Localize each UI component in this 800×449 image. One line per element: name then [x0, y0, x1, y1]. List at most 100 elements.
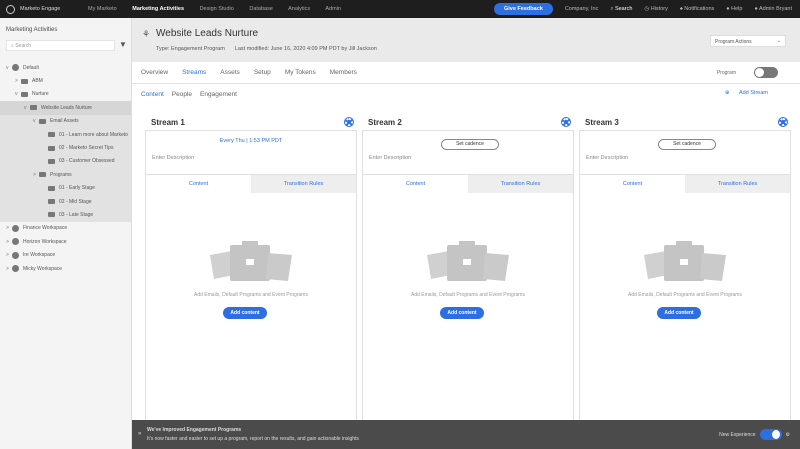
tree-search-input[interactable]: ⌕ Search [6, 40, 115, 51]
add-content-button[interactable]: Add content [657, 307, 701, 319]
nav-my-marketo[interactable]: My Marketo [88, 6, 117, 12]
add-content-button[interactable]: Add content [223, 307, 267, 319]
help-button[interactable]: ● Help [726, 6, 742, 12]
tree-item[interactable]: v Nurture [0, 88, 131, 101]
subtab-engagement[interactable]: Engagement [200, 91, 237, 98]
tab-content[interactable]: Content [363, 175, 468, 193]
settings-gear-icon[interactable]: ⚙ [786, 432, 790, 438]
gear-icon[interactable] [561, 117, 571, 127]
subtab-content[interactable]: Content [141, 91, 164, 98]
tree-item-label: Nurture [32, 91, 49, 98]
gear-icon[interactable] [778, 117, 788, 127]
workspace-icon [12, 224, 19, 232]
new-experience-toggle[interactable] [759, 429, 782, 440]
stream-subtabs: Content People Engagement ⊕ Add Stream [132, 84, 800, 104]
give-feedback-button[interactable]: Give Feedback [493, 3, 553, 15]
description-input[interactable]: Enter Description [369, 155, 411, 161]
program-tabs: Overview Streams Assets Setup My Tokens … [132, 62, 800, 84]
filter-icon[interactable]: ▼ [119, 40, 127, 49]
tree-item[interactable]: > Ire Workspace [0, 248, 131, 261]
tab-transition-rules[interactable]: Transition Rules [251, 175, 356, 193]
user-menu[interactable]: ● Admin Bryant [754, 6, 792, 12]
workspace-icon [12, 64, 19, 72]
notifications-button[interactable]: ♠ Notifications [680, 6, 714, 12]
set-cadence-button[interactable]: Set cadence [658, 139, 716, 150]
stream-title[interactable]: Stream 1 [151, 118, 185, 127]
tree-item[interactable]: 02 - Marketo Secret Tips [0, 141, 131, 155]
tree-item[interactable]: 02 - Mid Stage [0, 194, 131, 209]
subtab-people[interactable]: People [172, 91, 192, 98]
email-icon [48, 145, 55, 151]
company-name[interactable]: Company, Inc [565, 6, 599, 12]
nav-admin[interactable]: Admin [325, 6, 341, 12]
banner-title: We've Improved Engagement Programs [147, 427, 242, 433]
stream-body: Set cadence Enter Description Content Tra… [579, 130, 791, 425]
tree-item[interactable]: v Default [0, 61, 131, 74]
add-stream-label: Add Stream [738, 90, 768, 96]
add-stream-button[interactable]: ⊕ Add Stream [725, 90, 776, 96]
stream-title[interactable]: Stream 3 [585, 118, 619, 127]
history-button[interactable]: ◷ History [644, 6, 667, 12]
cadence-link[interactable]: Every Thu | 1:53 PM PDT [146, 138, 356, 144]
tab-transition-rules[interactable]: Transition Rules [685, 175, 790, 193]
tree-item[interactable]: 01 - Learn more about Marketo [0, 127, 131, 142]
tree-item[interactable]: v Email Assets [0, 114, 131, 128]
folder-icon [39, 172, 46, 178]
user-name: Admin Bryant [758, 6, 792, 12]
tree-item[interactable]: > Programs [0, 168, 131, 182]
tree-item[interactable]: > Finance Workspace [0, 222, 131, 235]
nav-design-studio[interactable]: Design Studio [200, 6, 234, 12]
engagement-program-icon: ⚘ [142, 29, 151, 39]
tree-item[interactable]: > ABM [0, 74, 131, 87]
tab-transition-rules[interactable]: Transition Rules [468, 175, 573, 193]
folder-icon [39, 118, 46, 124]
tab-content[interactable]: Content [580, 175, 685, 193]
tab-my-tokens[interactable]: My Tokens [285, 69, 316, 76]
tab-assets[interactable]: Assets [220, 69, 240, 76]
tree-item[interactable]: > Horizon Workspace [0, 235, 131, 248]
nav-database[interactable]: Database [249, 6, 273, 12]
tree-item-label: Email Assets [50, 118, 79, 125]
notifications-label: Notifications [684, 6, 715, 12]
program-actions-dropdown[interactable]: Program Actions ⌄ [710, 35, 786, 47]
search-button[interactable]: ⌕ Search [610, 6, 632, 13]
tab-overview[interactable]: Overview [141, 69, 168, 76]
tree-item[interactable]: 01 - Early Stage [0, 181, 131, 195]
tab-content[interactable]: Content [146, 175, 251, 193]
gear-icon[interactable] [344, 117, 354, 127]
tree-item-label: Default [23, 64, 39, 71]
tree: v Default > ABM v Nurture v Website Leads Nurtu… [0, 61, 131, 275]
tab-streams[interactable]: Streams [182, 69, 206, 76]
tree-item-label: 03 - Late Stage [59, 211, 94, 218]
tree-item[interactable]: 03 - Customer Obsessed [0, 154, 131, 169]
collapse-icon[interactable]: » [138, 431, 141, 437]
tree-item[interactable]: 03 - Late Stage [0, 208, 131, 222]
tab-members[interactable]: Members [330, 69, 357, 76]
folder-icon [21, 78, 28, 84]
app-logo[interactable]: Marketo Engage [6, 4, 88, 14]
engagement-icon [30, 105, 37, 111]
stream-body: Set cadence Enter Description Content Tra… [362, 130, 574, 425]
tree-item-label: 01 - Early Stage [59, 185, 95, 192]
description-input[interactable]: Enter Description [152, 155, 194, 161]
tab-setup[interactable]: Setup [254, 69, 271, 76]
empty-assets-illustration-icon [210, 241, 292, 281]
nav-marketing-activities[interactable]: Marketing Activities [132, 6, 184, 12]
tree-item-label: Website Leads Nurture [41, 104, 93, 111]
tree-item[interactable]: v Website Leads Nurture [0, 101, 131, 115]
set-cadence-button[interactable]: Set cadence [441, 139, 499, 150]
nav-analytics[interactable]: Analytics [288, 6, 310, 12]
stream-card: Stream 2 Set cadence Enter Description C… [362, 115, 574, 425]
description-input[interactable]: Enter Description [586, 155, 628, 161]
add-content-button[interactable]: Add content [440, 307, 484, 319]
program-icon [48, 185, 55, 191]
program-icon [48, 212, 55, 218]
empty-assets-illustration-icon [427, 241, 509, 281]
stream-title[interactable]: Stream 2 [368, 118, 402, 127]
tree-item[interactable]: > Micky Workspace [0, 262, 131, 275]
tree-item-label: 01 - Learn more about Marketo [59, 131, 128, 138]
program-toggle[interactable] [754, 67, 778, 78]
email-icon [48, 158, 55, 164]
help-label: Help [731, 6, 743, 12]
tree-item-label: Finance Workspace [23, 225, 68, 232]
